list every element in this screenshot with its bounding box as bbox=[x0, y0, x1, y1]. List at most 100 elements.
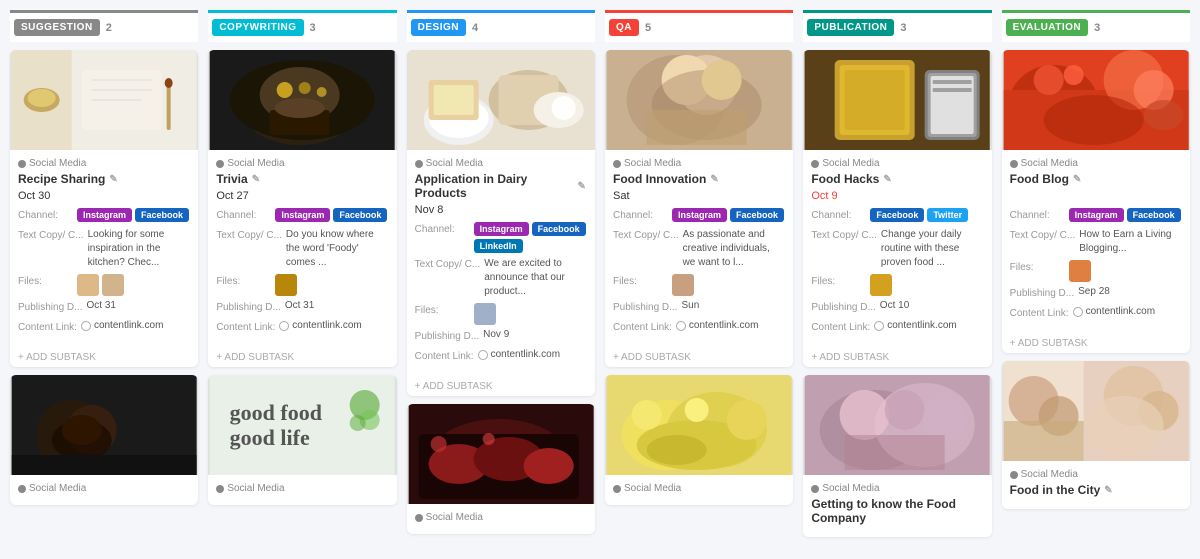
card-food-blog: Social Media Food Blog ✎ Channel: Instag… bbox=[1002, 50, 1190, 353]
link-icon bbox=[478, 350, 488, 360]
card-title-dairy[interactable]: Application in Dairy Products ✎ bbox=[415, 172, 587, 200]
column-qa: QA 5 Social Media bbox=[605, 10, 793, 545]
card-food-innovation: Social Media Food Innovation ✎ Sat Chann… bbox=[605, 50, 793, 367]
edit-icon[interactable]: ✎ bbox=[578, 181, 587, 191]
card-link-row: Content Link: contentlink.com bbox=[18, 320, 190, 336]
tag-facebook[interactable]: Facebook bbox=[730, 208, 784, 222]
edit-icon[interactable]: ✎ bbox=[710, 174, 720, 184]
tag-facebook[interactable]: Facebook bbox=[870, 208, 924, 222]
card-image-food-hacks bbox=[803, 50, 991, 150]
content-link[interactable]: contentlink.com bbox=[81, 320, 163, 331]
card-text-row: Text Copy/ C... Looking for some inspira… bbox=[18, 228, 190, 270]
category-dot bbox=[18, 160, 26, 168]
card-date-dairy: Nov 8 bbox=[415, 204, 587, 216]
card-title-food-city[interactable]: Food in the City ✎ bbox=[1010, 483, 1182, 497]
add-subtask-btn[interactable]: + ADD SUBTASK bbox=[1002, 334, 1190, 353]
card-bottom-copywriting: good food good life Social Media bbox=[208, 375, 396, 505]
card-recipe-sharing: Social Media Recipe Sharing ✎ Oct 30 Cha… bbox=[10, 50, 198, 367]
file-thumb-1 bbox=[77, 274, 99, 296]
card-date-food-blog bbox=[1010, 190, 1182, 202]
tag-instagram[interactable]: Instagram bbox=[77, 208, 132, 222]
column-count-qa: 5 bbox=[645, 22, 651, 34]
column-header-suggestion: SUGGESTION 2 bbox=[10, 10, 198, 42]
add-subtask-btn[interactable]: + ADD SUBTASK bbox=[407, 377, 595, 396]
add-subtask-btn[interactable]: + ADD SUBTASK bbox=[10, 348, 198, 367]
card-image-bottom-suggestion bbox=[10, 375, 198, 475]
file-thumb bbox=[474, 303, 496, 325]
column-label-qa: QA bbox=[609, 19, 639, 36]
column-label-suggestion: SUGGESTION bbox=[14, 19, 100, 36]
card-image-food-innovation bbox=[605, 50, 793, 150]
card-channel-row: Channel: Instagram Facebook bbox=[18, 208, 190, 224]
card-image-recipe-sharing bbox=[10, 50, 198, 150]
card-title-food-hacks[interactable]: Food Hacks ✎ bbox=[811, 172, 983, 186]
edit-icon[interactable]: ✎ bbox=[1073, 174, 1083, 184]
column-header-qa: QA 5 bbox=[605, 10, 793, 42]
card-body-recipe-sharing: Social Media Recipe Sharing ✎ Oct 30 Cha… bbox=[10, 150, 198, 348]
card-food-hacks: Social Media Food Hacks ✎ Oct 9 Channel:… bbox=[803, 50, 991, 367]
edit-icon[interactable]: ✎ bbox=[1104, 485, 1114, 495]
column-count-design: 4 bbox=[472, 22, 478, 34]
content-link[interactable]: contentlink.com bbox=[478, 349, 560, 360]
svg-text:good life: good life bbox=[230, 425, 310, 450]
tag-instagram[interactable]: Instagram bbox=[1069, 208, 1124, 222]
content-link[interactable]: contentlink.com bbox=[279, 320, 361, 331]
svg-text:good food: good food bbox=[230, 400, 322, 425]
tag-instagram[interactable]: Instagram bbox=[275, 208, 330, 222]
card-image-food-blog bbox=[1002, 50, 1190, 150]
link-icon bbox=[81, 321, 91, 331]
card-publishing-row: Publishing D... Oct 31 bbox=[18, 300, 190, 316]
edit-icon[interactable]: ✎ bbox=[109, 174, 119, 184]
column-header-publication: PUBLICATION 3 bbox=[803, 10, 991, 42]
tag-facebook[interactable]: Facebook bbox=[532, 222, 586, 236]
kanban-board: SUGGESTION 2 bbox=[0, 0, 1200, 555]
column-count-suggestion: 2 bbox=[106, 22, 112, 34]
edit-icon[interactable]: ✎ bbox=[252, 174, 262, 184]
link-icon bbox=[1073, 307, 1083, 317]
card-title-food-blog[interactable]: Food Blog ✎ bbox=[1010, 172, 1182, 186]
card-bottom-design: Social Media bbox=[407, 404, 595, 534]
file-thumb bbox=[870, 274, 892, 296]
card-bottom-suggestion: Social Media bbox=[10, 375, 198, 505]
card-image-bottom-evaluation bbox=[1002, 361, 1190, 461]
add-subtask-btn[interactable]: + ADD SUBTASK bbox=[803, 348, 991, 367]
card-bottom-evaluation: Social Media Food in the City ✎ bbox=[1002, 361, 1190, 509]
tag-linkedin[interactable]: LinkedIn bbox=[474, 239, 523, 253]
file-thumbs bbox=[77, 274, 190, 296]
column-design: DESIGN 4 Social bbox=[407, 10, 595, 545]
tag-twitter[interactable]: Twitter bbox=[927, 208, 968, 222]
card-bottom-qa: Social Media bbox=[605, 375, 793, 505]
card-category: Social Media bbox=[18, 158, 190, 169]
column-label-publication: PUBLICATION bbox=[807, 19, 894, 36]
column-suggestion: SUGGESTION 2 bbox=[10, 10, 198, 545]
column-count-evaluation: 3 bbox=[1094, 22, 1100, 34]
card-title-trivia[interactable]: Trivia ✎ bbox=[216, 172, 388, 186]
column-publication: PUBLICATION 3 bbox=[803, 10, 991, 545]
content-link[interactable]: contentlink.com bbox=[1073, 306, 1155, 317]
tag-facebook[interactable]: Facebook bbox=[333, 208, 387, 222]
content-link[interactable]: contentlink.com bbox=[676, 320, 758, 331]
column-count-copywriting: 3 bbox=[310, 22, 316, 34]
column-label-evaluation: EVALUATION bbox=[1006, 19, 1089, 36]
column-header-copywriting: COPYWRITING 3 bbox=[208, 10, 396, 42]
card-title-food-company[interactable]: Getting to know the Food Company bbox=[811, 497, 983, 525]
tag-instagram[interactable]: Instagram bbox=[672, 208, 727, 222]
card-bottom-publication: Social Media Getting to know the Food Co… bbox=[803, 375, 991, 537]
add-subtask-btn[interactable]: + ADD SUBTASK bbox=[605, 348, 793, 367]
column-header-design: DESIGN 4 bbox=[407, 10, 595, 42]
edit-icon[interactable]: ✎ bbox=[883, 174, 893, 184]
column-count-publication: 3 bbox=[900, 22, 906, 34]
tag-facebook[interactable]: Facebook bbox=[135, 208, 189, 222]
card-title-recipe-sharing[interactable]: Recipe Sharing ✎ bbox=[18, 172, 190, 186]
card-title-food-innovation[interactable]: Food Innovation ✎ bbox=[613, 172, 785, 186]
card-files-row: Files: bbox=[18, 274, 190, 296]
card-date-recipe-sharing: Oct 30 bbox=[18, 190, 190, 202]
card-date-trivia: Oct 27 bbox=[216, 190, 388, 202]
card-image-bottom-qa bbox=[605, 375, 793, 475]
tag-facebook[interactable]: Facebook bbox=[1127, 208, 1181, 222]
column-header-evaluation: EVALUATION 3 bbox=[1002, 10, 1190, 42]
card-image-trivia bbox=[208, 50, 396, 150]
content-link[interactable]: contentlink.com bbox=[874, 320, 956, 331]
tag-instagram[interactable]: Instagram bbox=[474, 222, 529, 236]
add-subtask-btn[interactable]: + ADD SUBTASK bbox=[208, 348, 396, 367]
